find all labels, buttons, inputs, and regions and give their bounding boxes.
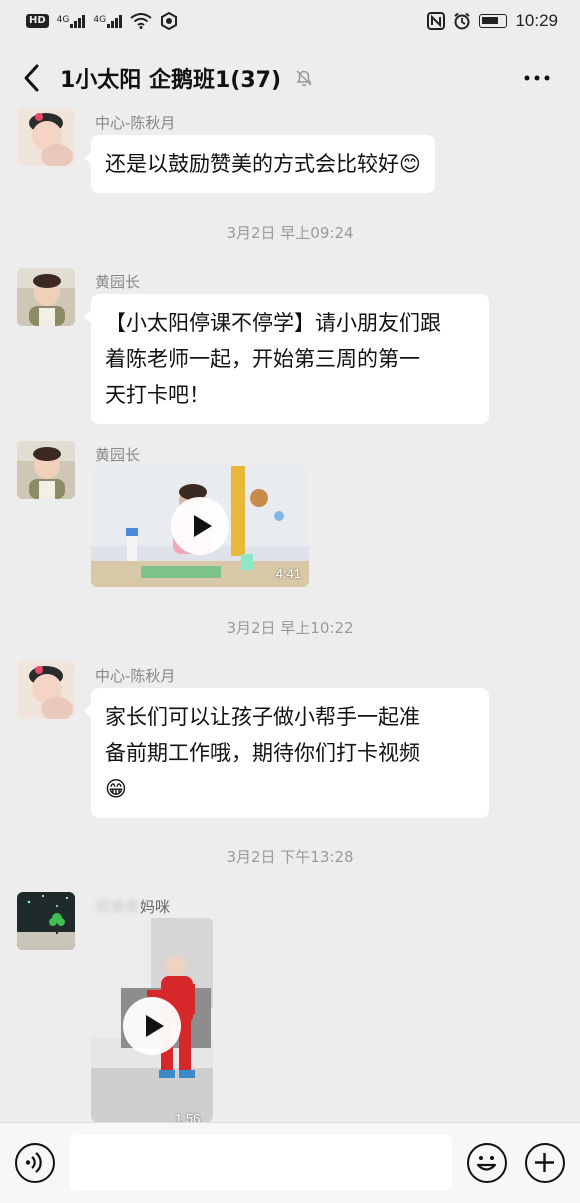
video-duration: 4:41 bbox=[275, 566, 301, 581]
avatar[interactable] bbox=[17, 661, 75, 719]
sender-name-suffix: 妈咪 bbox=[140, 898, 171, 916]
sender-name: 中心-陈秋月 bbox=[95, 114, 176, 132]
signal-icon: 4G bbox=[56, 14, 86, 28]
message-line: 着陈老师一起，开始第三周的第一 bbox=[105, 347, 420, 371]
avatar[interactable] bbox=[17, 441, 75, 499]
chat-input-bar bbox=[0, 1122, 580, 1203]
sender-name: 邓承希妈咪 bbox=[95, 896, 170, 917]
message-bubble[interactable]: 家长们可以让孩子做小帮手一起准 备前期工作哦，期待你们打卡视频 😁 bbox=[84, 688, 489, 818]
timestamp: 3月2日 早上10:22 bbox=[226, 619, 354, 637]
play-icon[interactable] bbox=[171, 497, 229, 555]
battery-icon bbox=[479, 14, 508, 28]
emoji-button[interactable] bbox=[467, 1143, 507, 1183]
status-left: HD 4G 4G bbox=[26, 12, 178, 30]
more-icon[interactable] bbox=[522, 60, 552, 96]
bell-muted-icon bbox=[296, 70, 312, 87]
avatar[interactable] bbox=[17, 108, 75, 166]
sender-name-blurred: 邓承希 bbox=[95, 898, 141, 916]
voice-icon bbox=[25, 1152, 42, 1173]
alarm-icon bbox=[454, 12, 471, 30]
status-bar: HD 4G 4G 10:29 bbox=[0, 0, 580, 42]
signal-icon: 4G bbox=[93, 14, 123, 28]
message-input[interactable] bbox=[70, 1135, 452, 1191]
message-line: 😁 bbox=[105, 777, 127, 801]
message-line: 【小太阳停课不停学】请小朋友们跟 bbox=[105, 311, 441, 335]
message-text: 还是以鼓励赞美的方式会比较好😊 bbox=[105, 152, 421, 176]
wifi-icon bbox=[130, 13, 152, 29]
plus-button[interactable] bbox=[525, 1143, 565, 1183]
message-line: 天打卡吧！ bbox=[105, 383, 210, 407]
network-label: 4G bbox=[56, 14, 70, 25]
network-label: 4G bbox=[93, 14, 107, 25]
data-sync-icon bbox=[161, 12, 178, 30]
plus-icon bbox=[535, 1153, 554, 1172]
sender-name: 黄园长 bbox=[95, 273, 141, 291]
sender-name: 黄园长 bbox=[95, 446, 141, 464]
avatar[interactable] bbox=[17, 892, 75, 950]
video-message[interactable]: 1:56 bbox=[91, 918, 213, 1122]
message-line: 家长们可以让孩子做小帮手一起准 bbox=[105, 705, 420, 729]
avatar[interactable] bbox=[17, 268, 75, 326]
play-icon[interactable] bbox=[123, 997, 181, 1055]
chat-header: 1小太阳 企鹅班1(37) bbox=[0, 42, 580, 114]
video-duration: 1:56 bbox=[175, 1111, 201, 1122]
chevron-left-icon[interactable] bbox=[18, 60, 48, 96]
page-title[interactable]: 1小太阳 企鹅班1(37) bbox=[60, 62, 281, 94]
status-right: 10:29 bbox=[427, 11, 558, 31]
voice-button[interactable] bbox=[15, 1143, 55, 1183]
hd-icon: HD bbox=[26, 14, 49, 28]
message-bubble[interactable]: 【小太阳停课不停学】请小朋友们跟 着陈老师一起，开始第三周的第一 天打卡吧！ bbox=[84, 294, 489, 424]
emoji-icon bbox=[476, 1156, 497, 1171]
video-message[interactable]: 4:41 bbox=[91, 466, 309, 587]
status-time: 10:29 bbox=[515, 11, 558, 30]
sender-name: 中心-陈秋月 bbox=[95, 667, 176, 685]
timestamp: 3月2日 下午13:28 bbox=[226, 848, 354, 866]
timestamp: 3月2日 早上09:24 bbox=[226, 224, 354, 242]
message-bubble[interactable]: 还是以鼓励赞美的方式会比较好😊 bbox=[84, 135, 435, 193]
message-line: 备前期工作哦，期待你们打卡视频 bbox=[105, 741, 420, 765]
nfc-icon bbox=[427, 12, 446, 30]
